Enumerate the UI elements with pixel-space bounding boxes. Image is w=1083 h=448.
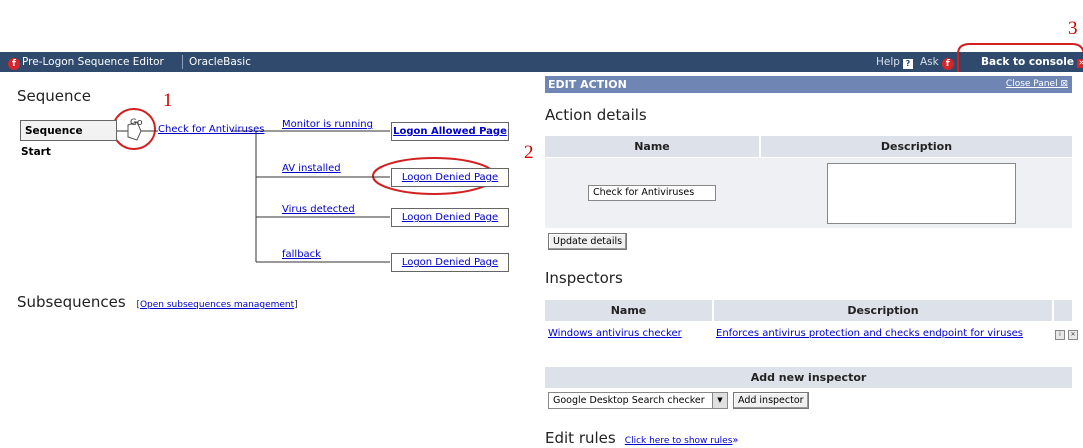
add-inspector-header: Add new inspector bbox=[545, 367, 1072, 388]
bracket-close: ] bbox=[294, 300, 298, 310]
subsequences-heading: Subsequences bbox=[17, 293, 126, 311]
inspectors-action-header bbox=[1054, 300, 1072, 321]
edit-action-title: EDIT ACTION bbox=[548, 78, 627, 91]
page-node-logon-denied-3[interactable]: Logon Denied Page bbox=[391, 253, 509, 272]
inspector-description-link[interactable]: Enforces antivirus protection and checks… bbox=[716, 328, 1023, 339]
action-name-input[interactable]: Check for Antiviruses bbox=[588, 185, 716, 201]
page-node-label: Logon Denied Page bbox=[401, 172, 499, 183]
update-details-button[interactable]: Update details bbox=[548, 233, 628, 250]
action-link-check-antiviruses[interactable]: Check for Antiviruses bbox=[158, 124, 264, 135]
add-inspector-button[interactable]: Add inspector bbox=[733, 392, 809, 409]
inspectors-description-header: Description bbox=[714, 300, 1052, 321]
inspector-select[interactable]: Google Desktop Search checker ▼ bbox=[548, 392, 728, 409]
condition-link-av-installed[interactable]: AV installed bbox=[282, 163, 341, 174]
sequence-start-node[interactable]: Sequence Start bbox=[20, 120, 117, 158]
inspectors-heading: Inspectors bbox=[545, 269, 623, 287]
action-description-textarea[interactable] bbox=[827, 163, 1016, 224]
sequence-heading: Sequence bbox=[17, 87, 91, 105]
close-panel-label: Close Panel bbox=[1005, 79, 1058, 89]
inspector-select-value: Google Desktop Search checker bbox=[553, 395, 705, 406]
edit-rules-section: Edit rules Click here to show rules» bbox=[545, 428, 739, 447]
edit-rules-heading: Edit rules bbox=[545, 429, 616, 447]
annotation-circle-3 bbox=[957, 43, 1083, 72]
show-rules-arrow-icon: » bbox=[732, 435, 739, 446]
inspector-info-icon[interactable]: i bbox=[1055, 330, 1065, 340]
sequence-connectors bbox=[117, 130, 390, 263]
subsequences-section: Subsequences [Open subsequences manageme… bbox=[17, 293, 298, 311]
go-label: Go bbox=[130, 118, 143, 128]
details-name-header: Name bbox=[545, 136, 759, 157]
details-description-header: Description bbox=[761, 136, 1072, 157]
page-node-logon-denied-2[interactable]: Logon Denied Page bbox=[391, 208, 509, 227]
page-node-label: Logon Allowed Page bbox=[393, 126, 507, 137]
chevron-down-icon: ▼ bbox=[712, 393, 727, 408]
page-node-label: Logon Denied Page bbox=[401, 257, 499, 268]
page-node-label: Logon Denied Page bbox=[401, 212, 499, 223]
inspectors-name-header: Name bbox=[545, 300, 712, 321]
subsequences-link-wrap: [Open subsequences management] bbox=[136, 300, 297, 310]
page-node-logon-denied-1[interactable]: Logon Denied Page bbox=[391, 168, 509, 187]
condition-link-monitor[interactable]: Monitor is running bbox=[282, 119, 373, 130]
show-rules-link[interactable]: Click here to show rules bbox=[625, 436, 733, 446]
page-node-logon-allowed[interactable]: Logon Allowed Page bbox=[391, 122, 509, 141]
inspector-delete-icon[interactable]: ✕ bbox=[1068, 330, 1078, 340]
condition-link-virus-detected[interactable]: Virus detected bbox=[282, 204, 355, 215]
condition-link-fallback[interactable]: fallback bbox=[282, 249, 321, 260]
open-subsequences-link[interactable]: Open subsequences management bbox=[140, 300, 294, 310]
inspector-name-link[interactable]: Windows antivirus checker bbox=[548, 328, 682, 339]
action-details-heading: Action details bbox=[545, 106, 647, 124]
close-panel-link[interactable]: Close Panel ⊠ bbox=[1003, 76, 1068, 93]
edit-action-bar: EDIT ACTION Close Panel ⊠ bbox=[545, 76, 1072, 93]
